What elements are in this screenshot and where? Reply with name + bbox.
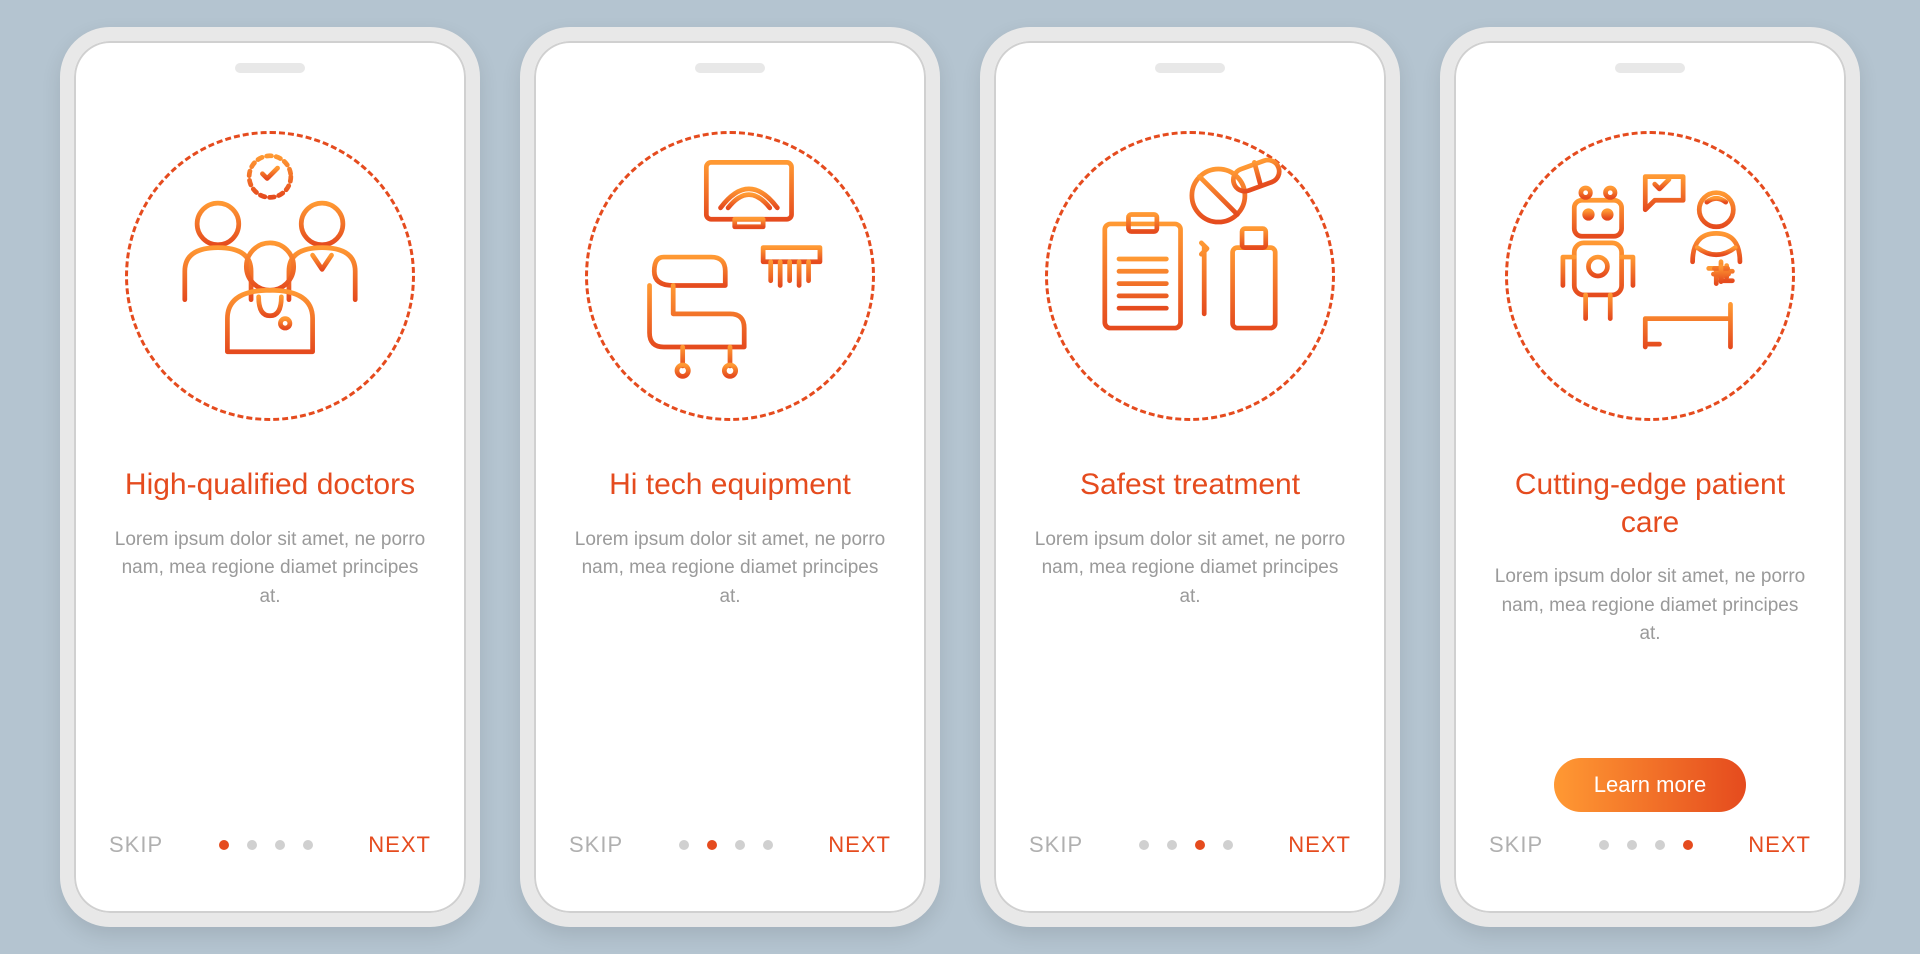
onboarding-screen-4: Cutting-edge patient care Lorem ipsum do… [1440,27,1860,927]
dot-3[interactable] [275,840,285,850]
dot-3[interactable] [735,840,745,850]
equipment-icon [588,126,872,426]
screen-description: Lorem ipsum dolor sit amet, ne porro nam… [104,526,436,612]
bottom-navigation: SKIP NEXT [1484,832,1816,873]
dot-2[interactable] [247,840,257,850]
patient-care-icon [1508,126,1792,426]
onboarding-screen-2: Hi tech equipment Lorem ipsum dolor sit … [520,27,940,927]
pagination-dots [679,840,773,850]
dot-1[interactable] [1139,840,1149,850]
dot-2[interactable] [707,840,717,850]
onboarding-screen-1: High-qualified doctors Lorem ipsum dolor… [60,27,480,927]
next-button[interactable]: NEXT [1748,832,1811,858]
dot-4[interactable] [763,840,773,850]
screen-description: Lorem ipsum dolor sit amet, ne porro nam… [564,526,896,612]
dot-4[interactable] [303,840,313,850]
doctors-icon [128,126,412,426]
screen-title: Cutting-edge patient care [1484,466,1816,541]
next-button[interactable]: NEXT [1288,832,1351,858]
dot-1[interactable] [1599,840,1609,850]
pagination-dots [219,840,313,850]
dot-3[interactable] [1195,840,1205,850]
screen-title: High-qualified doctors [104,466,436,504]
dot-4[interactable] [1223,840,1233,850]
skip-button[interactable]: SKIP [1029,832,1083,858]
dot-2[interactable] [1167,840,1177,850]
phone-speaker [695,63,765,73]
next-button[interactable]: NEXT [368,832,431,858]
skip-button[interactable]: SKIP [569,832,623,858]
dot-2[interactable] [1627,840,1637,850]
next-button[interactable]: NEXT [828,832,891,858]
onboarding-screen-3: Safest treatment Lorem ipsum dolor sit a… [980,27,1400,927]
skip-button[interactable]: SKIP [109,832,163,858]
illustration-equipment [564,111,896,441]
phone-speaker [1615,63,1685,73]
dot-1[interactable] [679,840,689,850]
phone-speaker [235,63,305,73]
screen-title: Hi tech equipment [564,466,896,504]
learn-more-button[interactable]: Learn more [1554,758,1747,812]
phone-speaker [1155,63,1225,73]
screen-description: Lorem ipsum dolor sit amet, ne porro nam… [1484,563,1816,649]
dot-3[interactable] [1655,840,1665,850]
bottom-navigation: SKIP NEXT [104,832,436,873]
treatment-icon [1048,126,1332,426]
bottom-navigation: SKIP NEXT [1024,832,1356,873]
screen-description: Lorem ipsum dolor sit amet, ne porro nam… [1024,526,1356,612]
bottom-navigation: SKIP NEXT [564,832,896,873]
screen-title: Safest treatment [1024,466,1356,504]
dot-4[interactable] [1683,840,1693,850]
pagination-dots [1139,840,1233,850]
illustration-doctors [104,111,436,441]
dot-1[interactable] [219,840,229,850]
illustration-treatment [1024,111,1356,441]
illustration-patient-care [1484,111,1816,441]
skip-button[interactable]: SKIP [1489,832,1543,858]
pagination-dots [1599,840,1693,850]
